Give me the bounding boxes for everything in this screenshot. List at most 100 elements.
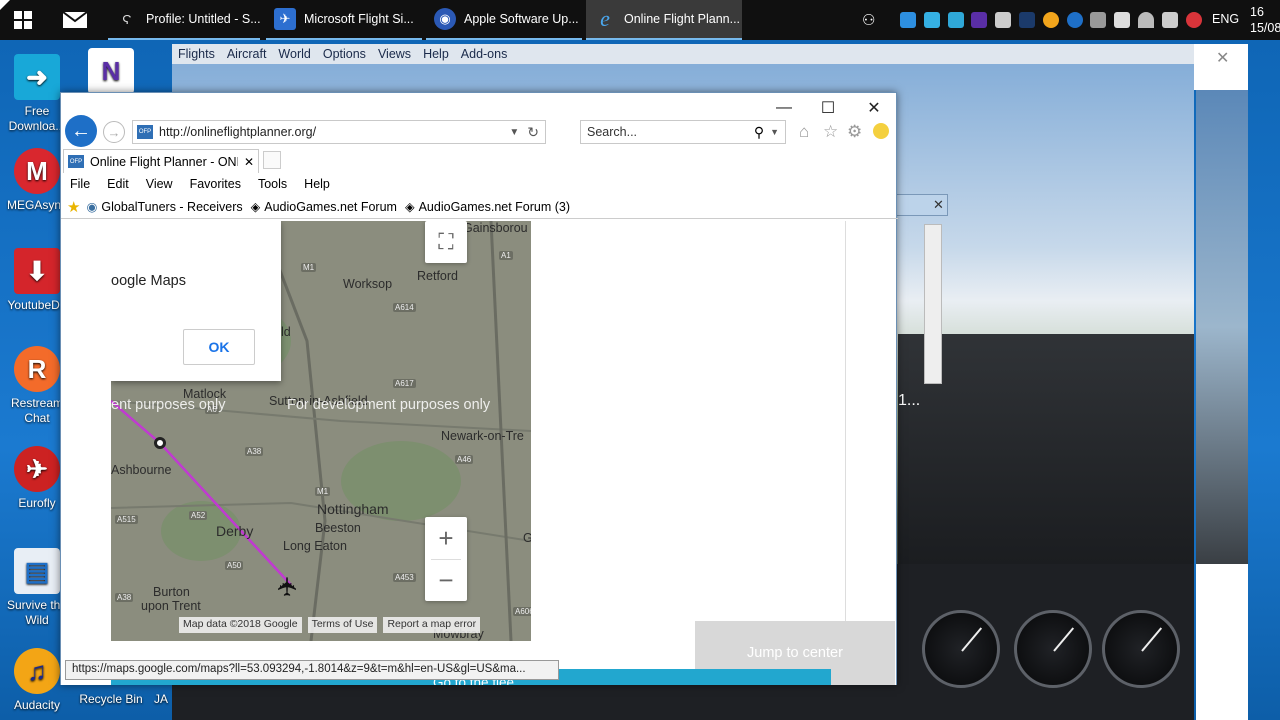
aircraft-position-icon[interactable]: ✈ — [272, 576, 303, 598]
globaltuners-icon: ◉ — [86, 200, 98, 214]
mail-icon[interactable] — [62, 11, 88, 29]
fav-globaltuners[interactable]: GlobalTuners - Receivers — [101, 200, 242, 214]
desktop-icon-recycle-bin[interactable]: Recycle Bin — [74, 692, 148, 707]
terms-of-use-link[interactable]: Terms of Use — [307, 617, 378, 633]
map-road-label: A617 — [393, 379, 416, 388]
audiogames-icon-2: ◈ — [404, 200, 415, 214]
tray-device-icon[interactable] — [1090, 12, 1106, 28]
dev-watermark: For development purposes only — [287, 397, 491, 413]
fullscreen-icon: ⛶ — [438, 229, 454, 254]
fsx-menu-flights[interactable]: Flights — [172, 47, 221, 61]
site-favicon-icon: OFP — [137, 125, 153, 139]
fsx-menu-options[interactable]: Options — [317, 47, 372, 61]
taskbar-app-profile[interactable]: Ϛ Profile: Untitled - S... — [108, 0, 260, 40]
profile-icon: Ϛ — [122, 11, 132, 27]
tray-monitor-icon[interactable] — [948, 12, 964, 28]
fsx-menu-addons[interactable]: Add-ons — [455, 47, 514, 61]
taskbar-app-ie[interactable]: e Online Flight Plann... — [586, 0, 742, 40]
tab-close-icon[interactable]: ✕ — [244, 155, 254, 169]
fullscreen-button[interactable]: ⛶ — [425, 221, 467, 263]
tray-orange-icon[interactable] — [1043, 12, 1059, 28]
home-icon[interactable]: ⌂ — [799, 122, 809, 142]
fsx-dialog-scrollbar[interactable] — [924, 224, 942, 384]
forward-button[interactable]: → — [103, 121, 125, 143]
zoom-in-button[interactable]: + — [425, 517, 467, 559]
map-town-label: Burton — [153, 585, 190, 599]
tab-online-flight-planner[interactable]: OFP Online Flight Planner - ONL... ✕ — [63, 149, 259, 173]
volume-icon[interactable] — [1162, 12, 1178, 28]
search-placeholder: Search... — [587, 125, 638, 139]
map-town-label: Long Eaton — [283, 539, 347, 553]
tray-tool-icon[interactable] — [995, 12, 1011, 28]
map-road-label: A453 — [393, 573, 416, 582]
waypoint-marker-icon[interactable] — [154, 437, 166, 449]
map-town-label: Retford — [417, 269, 458, 283]
language-indicator[interactable]: ENG — [1212, 12, 1239, 26]
map-road-label: A38 — [245, 447, 264, 456]
menu-view[interactable]: View — [137, 177, 181, 191]
fsx-close-icon[interactable]: ✕ — [1216, 48, 1229, 68]
refresh-icon[interactable]: ↻ — [527, 124, 539, 141]
address-dropdown-icon[interactable]: ▼ — [509, 127, 519, 138]
windows-start-icon[interactable] — [14, 11, 32, 29]
jump-to-center-label: Jump to center — [747, 645, 843, 661]
tray-nd-icon[interactable] — [971, 12, 987, 28]
report-map-error-link[interactable]: Report a map error — [383, 617, 481, 633]
address-bar[interactable]: OFP http://onlineflightplanner.org/ ▼ ↻ — [132, 120, 546, 144]
favorites-star-icon[interactable]: ☆ — [823, 122, 838, 142]
menu-tools[interactable]: Tools — [249, 177, 295, 191]
desktop-icon-nd[interactable]: N — [75, 48, 147, 98]
search-icon[interactable]: ⚲ — [754, 124, 764, 141]
fsx-dialog-close-icon[interactable]: ✕ — [933, 197, 944, 213]
smiley-feedback-icon[interactable] — [873, 123, 889, 139]
menu-help[interactable]: Help — [295, 177, 338, 191]
tray-red-icon[interactable] — [1186, 12, 1202, 28]
fsx-menu-world[interactable]: World — [272, 47, 316, 61]
fsx-side-scenery — [1196, 90, 1248, 564]
zoom-out-button[interactable]: − — [425, 559, 467, 601]
fav-audiogames[interactable]: AudioGames.net Forum — [264, 200, 397, 214]
minimize-button[interactable]: — — [761, 93, 807, 123]
tray-app-icon[interactable] — [900, 12, 916, 28]
people-icon[interactable]: ⚇ — [862, 11, 880, 29]
go-to-flee-button-end[interactable] — [695, 669, 831, 685]
desktop-icon-ja[interactable]: JA — [150, 692, 172, 707]
google-map[interactable]: Gainsborou Retford Worksop ld Matlock Su… — [111, 221, 531, 641]
fsx-menu-help[interactable]: Help — [417, 47, 455, 61]
taskbar-app-apple-update[interactable]: ◉ Apple Software Up... — [426, 0, 582, 40]
steam-icon[interactable] — [1019, 12, 1035, 28]
page-content: Gainsborou Retford Worksop ld Matlock Su… — [61, 221, 896, 685]
fav-audiogames-3[interactable]: AudioGames.net Forum (3) — [419, 200, 570, 214]
map-town-label: Ashbourne — [111, 463, 172, 477]
map-road-label: M1 — [315, 487, 331, 496]
map-road-label: A606 — [513, 607, 531, 616]
add-favorite-star-icon[interactable]: ★ — [67, 198, 80, 216]
search-box[interactable]: Search... ⚲ ▼ — [580, 120, 786, 144]
survive-icon: ▤ — [14, 548, 60, 594]
maximize-button[interactable]: ☐ — [805, 93, 851, 123]
taskbar-app-flight-sim[interactable]: ✈ Microsoft Flight Si... — [266, 0, 422, 40]
new-tab-button[interactable] — [263, 151, 281, 169]
map-town-label: Worksop — [343, 277, 393, 291]
tray-network-icon[interactable] — [924, 12, 940, 28]
bluetooth-icon[interactable] — [1067, 12, 1083, 28]
menu-file[interactable]: File — [61, 177, 98, 191]
back-button[interactable]: ← — [65, 115, 97, 147]
dialog-ok-button[interactable]: OK — [183, 329, 255, 365]
prop-gauge — [1014, 610, 1092, 688]
close-button[interactable]: ✕ — [851, 93, 897, 123]
clock[interactable]: 16 15/08/ — [1250, 4, 1280, 36]
fsx-menu-aircraft[interactable]: Aircraft — [221, 47, 273, 61]
map-town-label: Nottingham — [317, 501, 389, 517]
wifi-icon[interactable] — [1138, 12, 1154, 28]
map-road-label: A38 — [115, 593, 134, 602]
search-dropdown-icon[interactable]: ▼ — [770, 127, 779, 137]
menu-edit[interactable]: Edit — [98, 177, 137, 191]
fsx-menu-views[interactable]: Views — [372, 47, 417, 61]
torque-gauge — [922, 610, 1000, 688]
map-road-label: A50 — [225, 561, 244, 570]
battery-icon[interactable] — [1114, 12, 1130, 28]
recycle-bin-icon: Recycle Bin — [79, 692, 143, 706]
settings-gear-icon[interactable]: ⚙ — [847, 122, 862, 142]
menu-favorites[interactable]: Favorites — [181, 177, 249, 191]
